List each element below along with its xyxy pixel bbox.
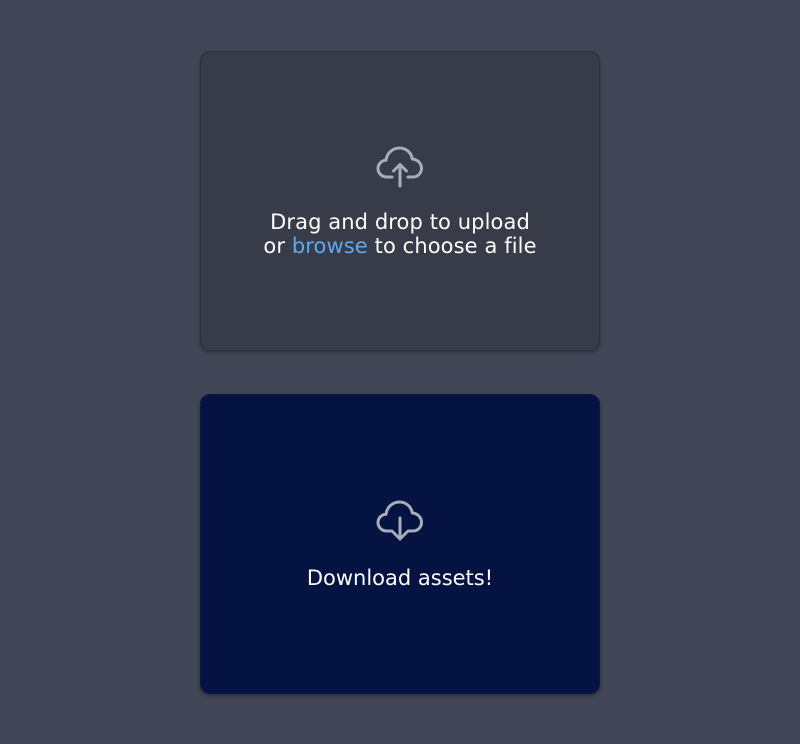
download-assets-button[interactable]: Download assets!: [200, 394, 600, 694]
upload-instructions: Drag and drop to upload or browse to cho…: [263, 210, 536, 258]
browse-link[interactable]: browse: [292, 234, 368, 258]
download-label: Download assets!: [306, 566, 494, 590]
cloud-upload-icon: [376, 144, 424, 188]
upload-line-1: Drag and drop to upload: [270, 210, 530, 234]
upload-line-2-prefix: or: [263, 234, 286, 258]
upload-line-2: or browse to choose a file: [263, 234, 536, 258]
upload-dropzone[interactable]: Drag and drop to upload or browse to cho…: [200, 51, 600, 351]
upload-line-2-suffix: to choose a file: [374, 234, 537, 258]
cloud-download-icon: [376, 498, 424, 542]
